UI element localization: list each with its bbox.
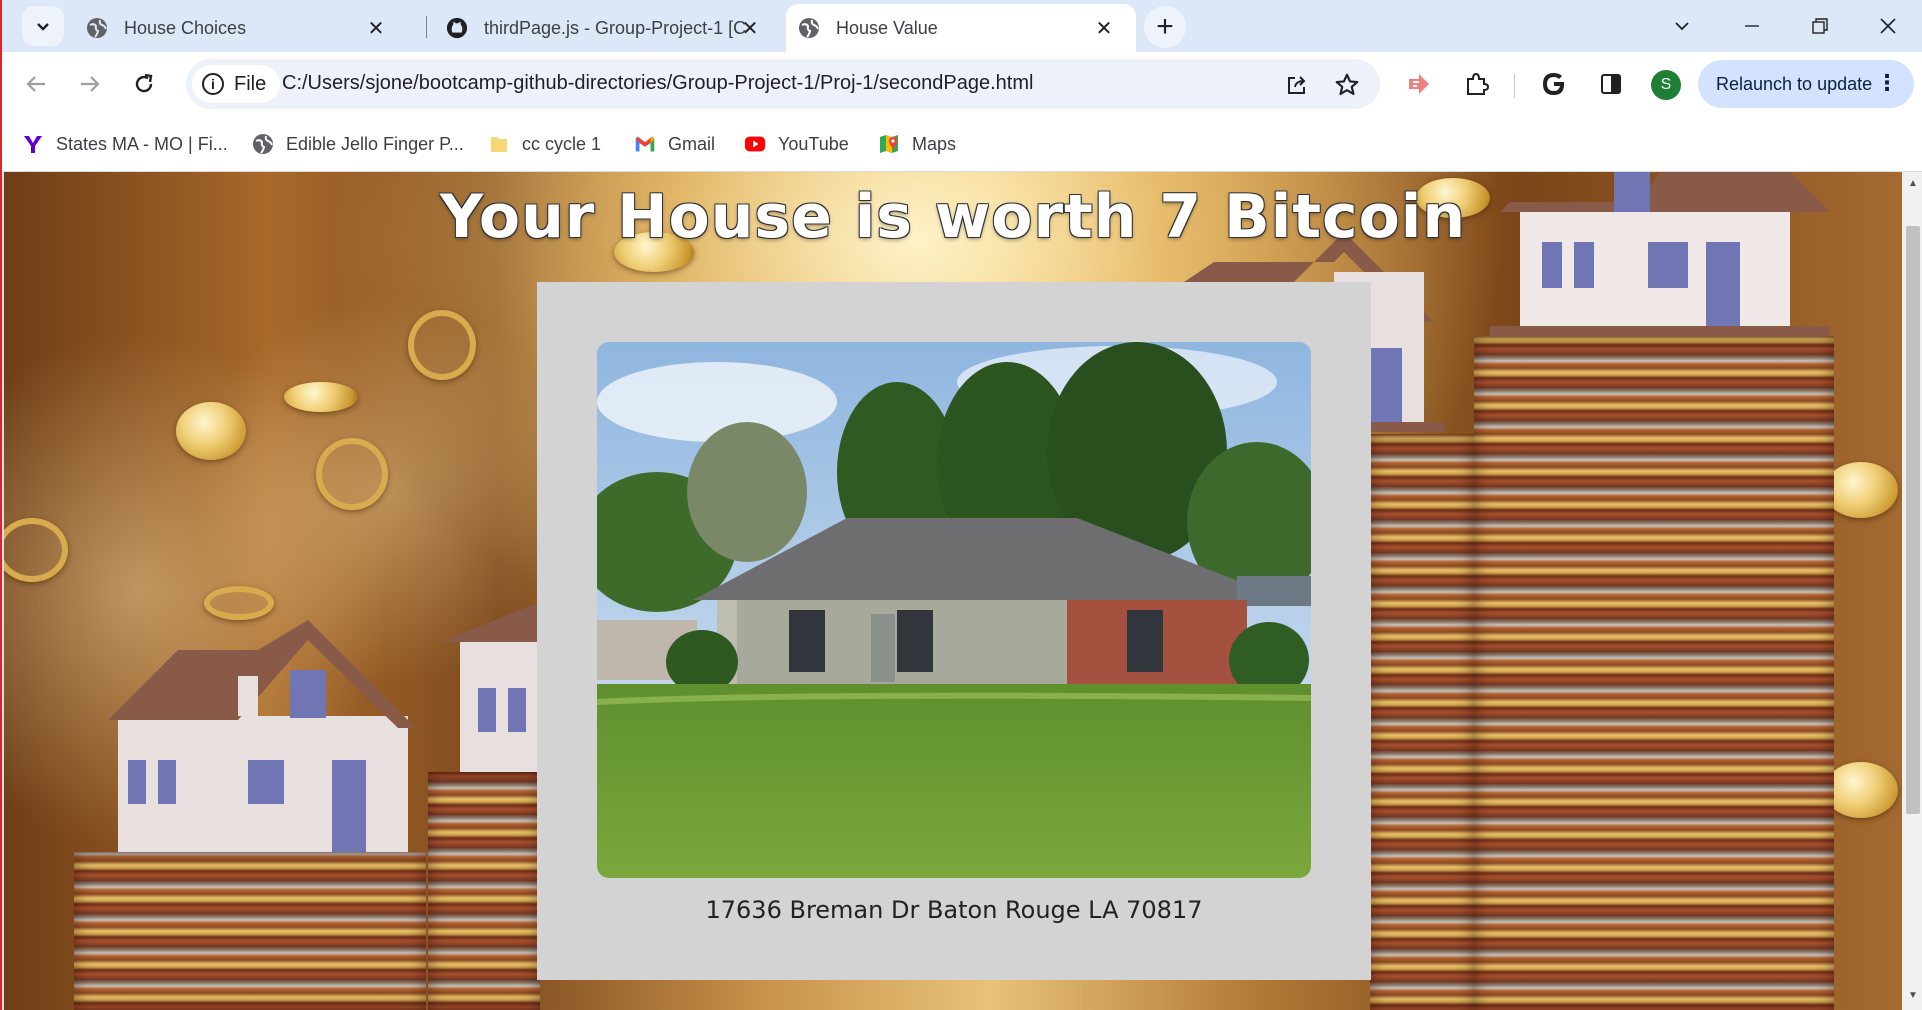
coin-stack-decoration [74,852,426,1010]
bookmark-label: cc cycle 1 [522,133,602,154]
close-tab-icon[interactable]: ✕ [738,16,762,40]
forward-button[interactable] [70,64,110,104]
site-info-label: File [234,72,267,95]
restore-button[interactable] [1800,8,1840,44]
bookmark-item[interactable]: cc cycle 1 [488,131,601,157]
toolbar-separator [1514,74,1515,98]
folder-icon [488,133,510,155]
tab-house-choices[interactable]: House Choices ✕ [70,4,410,52]
house-decoration [440,602,540,772]
chevron-down-icon [37,23,49,31]
bookmark-label: States MA - MO | Fi... [56,133,228,154]
bookmark-label: YouTube [778,133,849,154]
coin-stack-decoration [428,772,540,1010]
github-icon [446,17,468,39]
minimize-icon [1745,25,1759,27]
tab-title: thirdPage.js - Group-Project-1 [C [484,17,747,38]
coin-decoration [1824,462,1898,518]
close-window-button[interactable] [1868,8,1908,44]
tab-title: House Value [836,17,938,38]
coin-decoration [408,310,476,380]
page-title: Your House is worth 7 Bitcoin [439,182,1467,252]
tab-title: House Choices [124,17,247,38]
share-icon[interactable] [1282,70,1312,100]
tab-separator [426,16,427,38]
bookmark-label: Edible Jello Finger P... [286,133,464,154]
tab-list-button[interactable] [1662,8,1702,44]
coin-decoration [204,586,274,620]
site-info-chip[interactable]: i File [192,65,281,103]
extension-arrow-icon[interactable] [1402,67,1436,101]
more-vert-icon[interactable]: ⋮ [1876,72,1898,94]
tab-thirdpage-js[interactable]: thirdPage.js - Group-Project-1 [C ✕ [430,4,780,52]
tab-strip: House Choices ✕ thirdPage.js - Group-Pro… [2,0,1922,52]
relaunch-button[interactable]: Relaunch to update ⋮ [1698,60,1914,108]
plus-icon: + [1156,10,1174,43]
browser-window: House Choices ✕ thirdPage.js - Group-Pro… [0,0,1922,1010]
maps-icon [878,133,900,155]
bookmark-item[interactable]: YouTube [744,131,849,157]
globe-icon [252,133,274,155]
close-tab-icon[interactable]: ✕ [364,16,388,40]
toolbar: i File C:/Users/sjone/bootcamp-github-di… [2,52,1922,116]
house-card: 17636 Breman Dr Baton Rouge LA 70817 [537,282,1371,980]
gmail-icon [634,133,656,155]
scrollbar-thumb[interactable] [1906,226,1920,814]
bookmarks-bar: States MA - MO | Fi... Edible Jello Fing… [2,116,1922,172]
back-button[interactable] [16,64,56,104]
yahoo-icon [22,133,44,155]
coin-decoration [176,402,246,460]
new-tab-button[interactable]: + [1144,6,1186,48]
bookmark-label: Maps [912,133,957,154]
coin-decoration [1824,762,1898,818]
globe-icon [798,17,820,39]
extensions-puzzle-icon[interactable] [1459,67,1493,101]
bookmark-label: Gmail [668,133,716,154]
info-icon: i [202,73,224,95]
relaunch-label: Relaunch to update [1716,73,1873,94]
page-viewport: Your House is worth 7 Bitcoin 17636 Brem… [4,172,1902,1010]
globe-icon [86,17,108,39]
coin-stack-decoration [1370,434,1474,1010]
tab-house-value[interactable]: House Value ✕ [786,4,1136,52]
house-decoration [108,620,418,852]
coin-decoration [284,382,358,412]
tab-search-button[interactable] [22,6,64,46]
page-scrollbar[interactable]: ▲ ▼ [1902,172,1922,1010]
scroll-down-icon[interactable]: ▼ [1908,990,1918,1001]
close-icon [1880,18,1896,34]
youtube-icon [744,133,766,155]
bookmark-item[interactable]: States MA - MO | Fi... [22,131,228,157]
close-tab-icon[interactable]: ✕ [1092,16,1116,40]
scroll-up-icon[interactable]: ▲ [1908,178,1918,189]
coin-decoration [316,438,388,510]
bookmark-item[interactable]: Gmail [634,131,715,157]
reload-icon [135,73,153,93]
coin-stack-decoration [1474,336,1834,1010]
restore-icon [1812,18,1828,34]
chevron-down-icon [1675,22,1689,31]
profile-avatar[interactable]: S [1651,70,1681,100]
minimize-button[interactable] [1732,8,1772,44]
reload-button[interactable] [124,64,164,104]
arrow-right-icon [81,76,100,92]
bookmark-item[interactable]: Maps [878,131,956,157]
bookmark-item[interactable]: Edible Jello Finger P... [252,131,464,157]
house-photo [597,342,1311,878]
side-panel-icon[interactable] [1594,67,1628,101]
address-bar[interactable]: i File C:/Users/sjone/bootcamp-github-di… [186,59,1380,109]
google-icon[interactable] [1537,67,1571,101]
arrow-left-icon [26,76,45,92]
url-text[interactable]: C:/Users/sjone/bootcamp-github-directori… [282,72,1033,95]
coin-decoration [4,518,68,582]
house-address: 17636 Breman Dr Baton Rouge LA 70817 [705,896,1203,924]
star-icon[interactable] [1332,70,1362,100]
